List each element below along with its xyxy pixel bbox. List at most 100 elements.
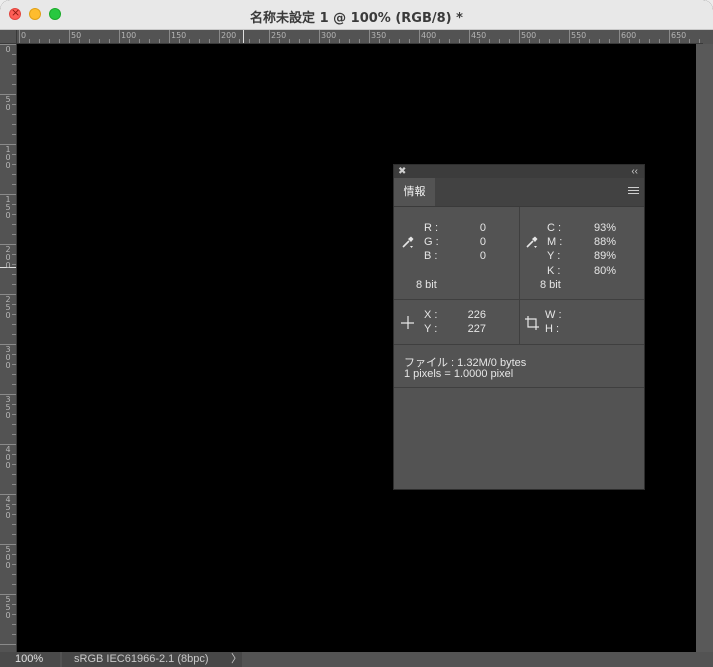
ruler-minor-tick [589, 39, 590, 43]
ruler-minor-tick [12, 74, 16, 75]
ruler-minor-tick [12, 624, 16, 625]
title-bar: 名称未設定 1 @ 100% (RGB/8) * [0, 0, 713, 30]
ruler-minor-tick [12, 604, 16, 605]
ruler-minor-tick [12, 274, 16, 275]
ruler-major-tick [569, 30, 570, 43]
rgb-label-b: B : [424, 250, 438, 262]
ruler-minor-tick [12, 64, 16, 65]
ruler-minor-tick [99, 39, 100, 43]
ruler-minor-tick [599, 39, 600, 43]
ruler-major-tick [19, 30, 20, 43]
ruler-minor-tick [199, 39, 200, 43]
ruler-minor-tick [12, 554, 16, 555]
ruler-minor-tick [349, 39, 350, 43]
ruler-major-tick [219, 30, 220, 43]
ruler-label: 400 [421, 31, 437, 40]
ruler-minor-tick [389, 39, 390, 43]
color-profile-info[interactable]: sRGB IEC61966-2.1 (8bpc) [62, 652, 242, 667]
panel-collapse-icon[interactable]: ‹‹ [631, 165, 638, 178]
ruler-minor-tick [12, 424, 16, 425]
ruler-major-tick [269, 30, 270, 43]
ruler-minor-tick [649, 39, 650, 43]
ruler-minor-tick [12, 324, 16, 325]
info-panel: ✖ ‹‹ 情報 R : G : B : 0 0 0 8 bit C : M : … [393, 164, 645, 490]
status-menu-arrow-icon[interactable]: 〉 [231, 652, 242, 667]
ruler-major-tick [619, 30, 620, 43]
ruler-major-tick [469, 30, 470, 43]
ruler-minor-tick [12, 414, 16, 415]
window-title: 名称未設定 1 @ 100% (RGB/8) * [250, 11, 463, 26]
ruler-minor-tick [639, 39, 640, 43]
cmyk-label-m: M : [547, 236, 563, 248]
tab-info[interactable]: 情報 [394, 178, 435, 206]
ruler-minor-tick [12, 474, 16, 475]
ruler-minor-tick [12, 154, 16, 155]
eyedropper-icon[interactable] [401, 235, 415, 249]
position-label-x: X : [424, 309, 438, 321]
ruler-label: 100 [121, 31, 137, 40]
position-value-y: 227 [467, 323, 486, 335]
rgb-bit-depth[interactable]: 8 bit [416, 279, 437, 291]
ruler-label: 300 [321, 31, 337, 40]
ruler-minor-tick [12, 114, 16, 115]
position-value-x: 226 [467, 309, 486, 321]
rgb-label-g: G : [424, 236, 439, 248]
ruler-minor-tick [12, 134, 16, 135]
ruler-minor-tick [12, 384, 16, 385]
ruler-minor-tick [29, 39, 30, 43]
ruler-minor-tick [699, 39, 700, 43]
ruler-minor-tick [12, 184, 16, 185]
ruler-minor-tick [12, 534, 16, 535]
ruler-minor-tick [409, 39, 410, 43]
cmyk-value-k: 80% [593, 265, 616, 277]
ruler-minor-tick [509, 39, 510, 43]
cmyk-label-k: K : [547, 265, 561, 277]
vertical-ruler[interactable]: 0 50 100 150 200 250 300 350 400 450 500 550 [0, 44, 17, 652]
ruler-minor-tick [12, 364, 16, 365]
ruler-minor-tick [609, 39, 610, 43]
panel-menu-icon[interactable] [628, 187, 639, 195]
ruler-minor-tick [659, 39, 660, 43]
eyedropper-icon[interactable] [525, 235, 539, 249]
ruler-major-tick [669, 30, 670, 43]
ruler-label: 450 [5, 495, 11, 520]
rgb-value-r: 0 [479, 222, 486, 234]
ruler-minor-tick [489, 39, 490, 43]
ruler-label: 500 [5, 545, 11, 570]
section-divider [519, 207, 520, 299]
horizontal-ruler[interactable]: 0 50 100 150 200 250 300 350 400 450 500 550 600 650 [17, 30, 703, 44]
cmyk-value-y: 89% [593, 250, 616, 262]
cmyk-value-m: 88% [593, 236, 616, 248]
ruler-label: 300 [5, 345, 11, 370]
ruler-minor-tick [689, 39, 690, 43]
ruler-minor-tick [299, 39, 300, 43]
ruler-minor-tick [12, 434, 16, 435]
ruler-minor-tick [439, 39, 440, 43]
zoom-level-field[interactable]: 100% [0, 652, 60, 667]
cmyk-label-y: Y : [547, 250, 561, 262]
ruler-label: 350 [5, 395, 11, 420]
ruler-minor-tick [12, 204, 16, 205]
status-bar: 100% sRGB IEC61966-2.1 (8bpc) 〉 [0, 652, 713, 667]
ruler-label: 500 [521, 31, 537, 40]
ruler-minor-tick [89, 39, 90, 43]
ruler-minor-tick [159, 39, 160, 43]
ruler-minor-tick [539, 39, 540, 43]
ruler-label: 100 [5, 145, 11, 170]
ruler-minor-tick [559, 39, 560, 43]
ruler-major-tick [519, 30, 520, 43]
panel-header[interactable]: ✖ ‹‹ [394, 165, 644, 178]
ruler-label: 450 [471, 31, 487, 40]
ruler-minor-tick [12, 564, 16, 565]
ruler-minor-tick [12, 584, 16, 585]
ruler-minor-tick [12, 634, 16, 635]
panel-close-icon[interactable]: ✖ [398, 165, 406, 178]
ruler-minor-tick [49, 39, 50, 43]
cmyk-bit-depth[interactable]: 8 bit [540, 279, 561, 291]
ruler-minor-tick [339, 39, 340, 43]
document-window: 名称未設定 1 @ 100% (RGB/8) * 0 50 100 150 200 250… [0, 0, 713, 667]
ruler-minor-tick [39, 39, 40, 43]
ruler-label: 0 [5, 45, 11, 54]
ruler-origin[interactable] [0, 30, 17, 44]
ruler-label: 350 [371, 31, 387, 40]
